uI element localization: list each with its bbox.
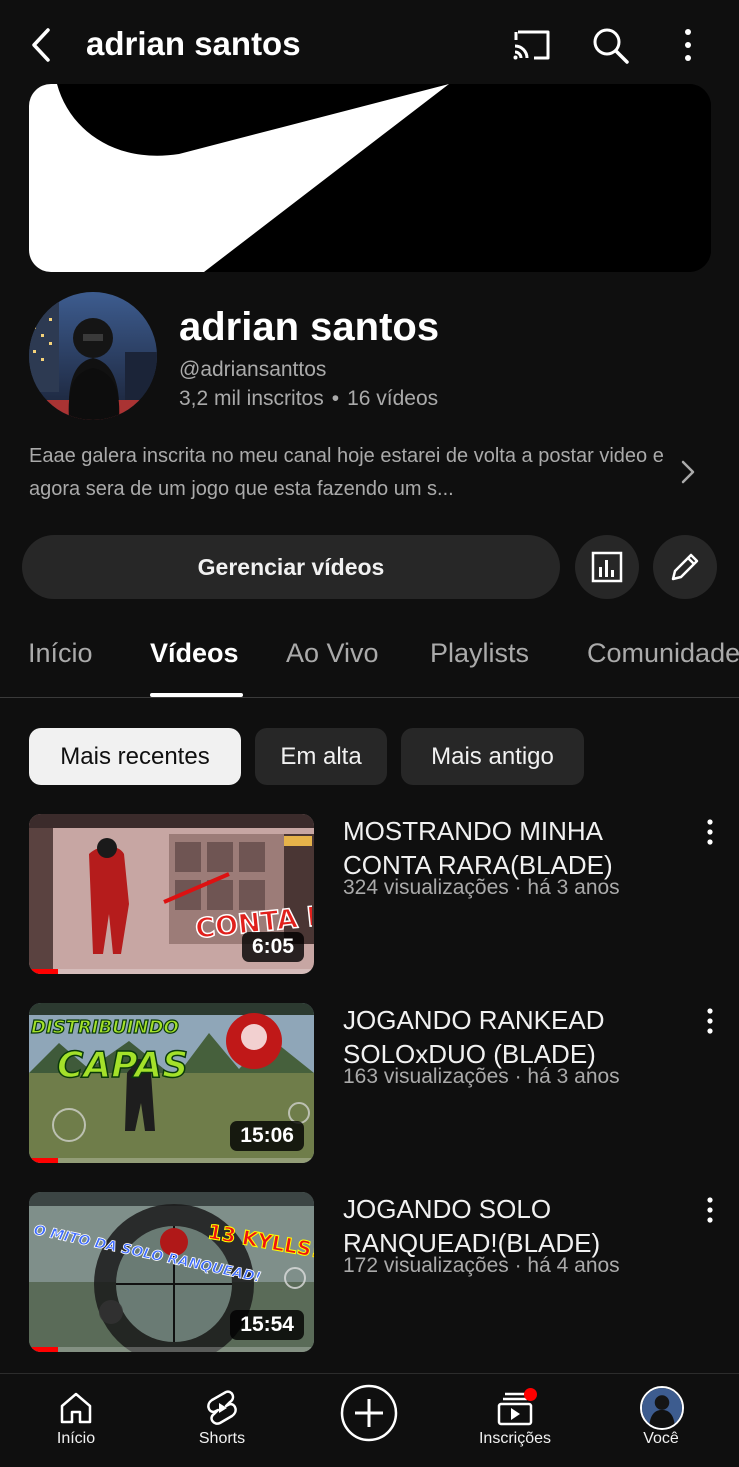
page-title: adrian santos [86, 25, 301, 62]
nav-you[interactable]: Você [601, 1374, 721, 1467]
subscriber-count: 3,2 mil inscritos [179, 387, 324, 410]
more-vert-icon[interactable] [700, 818, 720, 846]
cast-icon[interactable] [512, 28, 552, 62]
video-title[interactable]: JOGANDO SOLO RANQUEAD!(BLADE) [343, 1192, 673, 1260]
stats-separator: • [331, 387, 340, 410]
video-duration: 15:06 [230, 1121, 304, 1151]
video-title[interactable]: MOSTRANDO MINHA CONTA RARA(BLADE) [343, 814, 673, 882]
shorts-icon [207, 1390, 237, 1425]
thumb-text-distribuindo-capas: DISTRIBUINDO CAPAS [30, 1016, 189, 1086]
top-bar: adrian santos [0, 0, 739, 86]
video-count: 16 vídeos [347, 387, 439, 410]
more-vert-icon[interactable] [700, 1007, 720, 1035]
tab-playlists[interactable]: Playlists [430, 638, 529, 669]
channel-avatar[interactable] [29, 292, 157, 420]
active-tab-indicator [150, 693, 243, 697]
video-item[interactable]: CONTA RARA 6:05 MOSTRANDO MINHA CONTA RA… [0, 814, 739, 976]
video-meta: 324 visualizações · há 3 anos [343, 876, 620, 899]
thumb-text-mito: O MITO DA SOLO RANQUEAD! 13 KYLLS! [32, 1219, 314, 1287]
nav-label: Shorts [198, 1430, 246, 1447]
channel-banner [29, 84, 711, 272]
more-vert-icon[interactable] [700, 1196, 720, 1224]
bottom-navigation: Início Shorts Inscrições Você [0, 1373, 739, 1467]
watch-progress-bar [29, 1347, 58, 1352]
tab-comunidade[interactable]: Comunidade [587, 638, 739, 669]
video-thumbnail[interactable]: CONTA RARA 6:05 [29, 814, 314, 974]
nav-label: Início [56, 1430, 96, 1447]
channel-description[interactable]: Eaae galera inscrita no meu canal hoje e… [29, 440, 669, 506]
video-item[interactable]: O MITO DA SOLO RANQUEAD! 13 KYLLS! 15:54… [0, 1192, 739, 1354]
channel-handle: @adriansanttos [179, 358, 327, 381]
nav-shorts[interactable]: Shorts [162, 1374, 282, 1467]
video-thumbnail[interactable]: O MITO DA SOLO RANQUEAD! 13 KYLLS! 15:54 [29, 1192, 314, 1352]
video-title[interactable]: JOGANDO RANKEAD SOLOxDUO (BLADE) [343, 1003, 673, 1071]
chevron-right-icon[interactable] [676, 457, 700, 487]
tab-ao-vivo[interactable]: Ao Vivo [286, 638, 379, 669]
channel-stats: 3,2 mil inscritos • 16 vídeos [179, 387, 438, 411]
progress-track [29, 969, 314, 974]
chip-mais-recentes[interactable]: Mais recentes [29, 728, 241, 785]
manage-videos-button[interactable]: Gerenciar vídeos [22, 535, 560, 599]
tab-inicio[interactable]: Início [28, 638, 93, 669]
edit-channel-button[interactable] [653, 535, 717, 599]
chip-em-alta[interactable]: Em alta [255, 728, 387, 785]
svg-text:CAPAS: CAPAS [57, 1045, 188, 1086]
video-thumbnail[interactable]: DISTRIBUINDO CAPAS 15:06 [29, 1003, 314, 1163]
video-item[interactable]: DISTRIBUINDO CAPAS 15:06 JOGANDO RANKEAD… [0, 1003, 739, 1165]
more-vert-icon[interactable] [676, 26, 700, 64]
thumb-kills-text: 13 KYLLS! [206, 1219, 314, 1262]
watch-progress-bar [29, 969, 58, 974]
tab-videos[interactable]: Vídeos [150, 638, 239, 669]
home-icon [60, 1392, 92, 1424]
analytics-icon [591, 551, 623, 583]
nav-label: Você [643, 1430, 679, 1447]
back-arrow-icon[interactable] [26, 22, 60, 68]
analytics-button[interactable] [575, 535, 639, 599]
avatar [640, 1386, 684, 1430]
nav-label: Inscrições [478, 1430, 552, 1447]
video-duration: 6:05 [241, 932, 304, 962]
channel-name: adrian santos [179, 305, 440, 349]
video-duration: 15:54 [230, 1310, 304, 1340]
svg-text:DISTRIBUINDO: DISTRIBUINDO [31, 1017, 179, 1038]
edit-pencil-icon [671, 553, 699, 581]
notification-dot [524, 1388, 537, 1401]
nav-home[interactable]: Início [16, 1374, 136, 1467]
chip-mais-antigo[interactable]: Mais antigo [401, 728, 584, 785]
video-meta: 163 visualizações · há 3 anos [343, 1065, 620, 1088]
nav-subscriptions[interactable]: Inscrições [455, 1374, 575, 1467]
search-icon[interactable] [590, 25, 630, 65]
video-meta: 172 visualizações · há 4 anos [343, 1254, 620, 1277]
progress-track [29, 1347, 314, 1352]
progress-track [29, 1158, 314, 1163]
watch-progress-bar [29, 1158, 58, 1163]
create-plus-icon[interactable] [340, 1384, 398, 1442]
channel-tabs: Início Vídeos Ao Vivo Playlists Comunida… [0, 620, 739, 698]
